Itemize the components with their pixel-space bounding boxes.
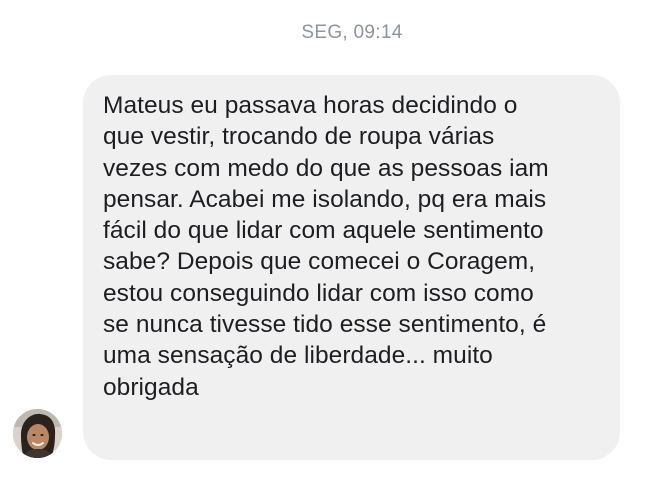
message-timestamp: SEG, 09:14 (301, 22, 403, 43)
avatar-photo-icon (13, 409, 62, 458)
message-bubble[interactable]: Mateus eu passava horas decidindo o que … (83, 75, 620, 460)
message-text: Mateus eu passava horas decidindo o que … (103, 92, 549, 401)
sender-avatar[interactable] (13, 409, 62, 458)
